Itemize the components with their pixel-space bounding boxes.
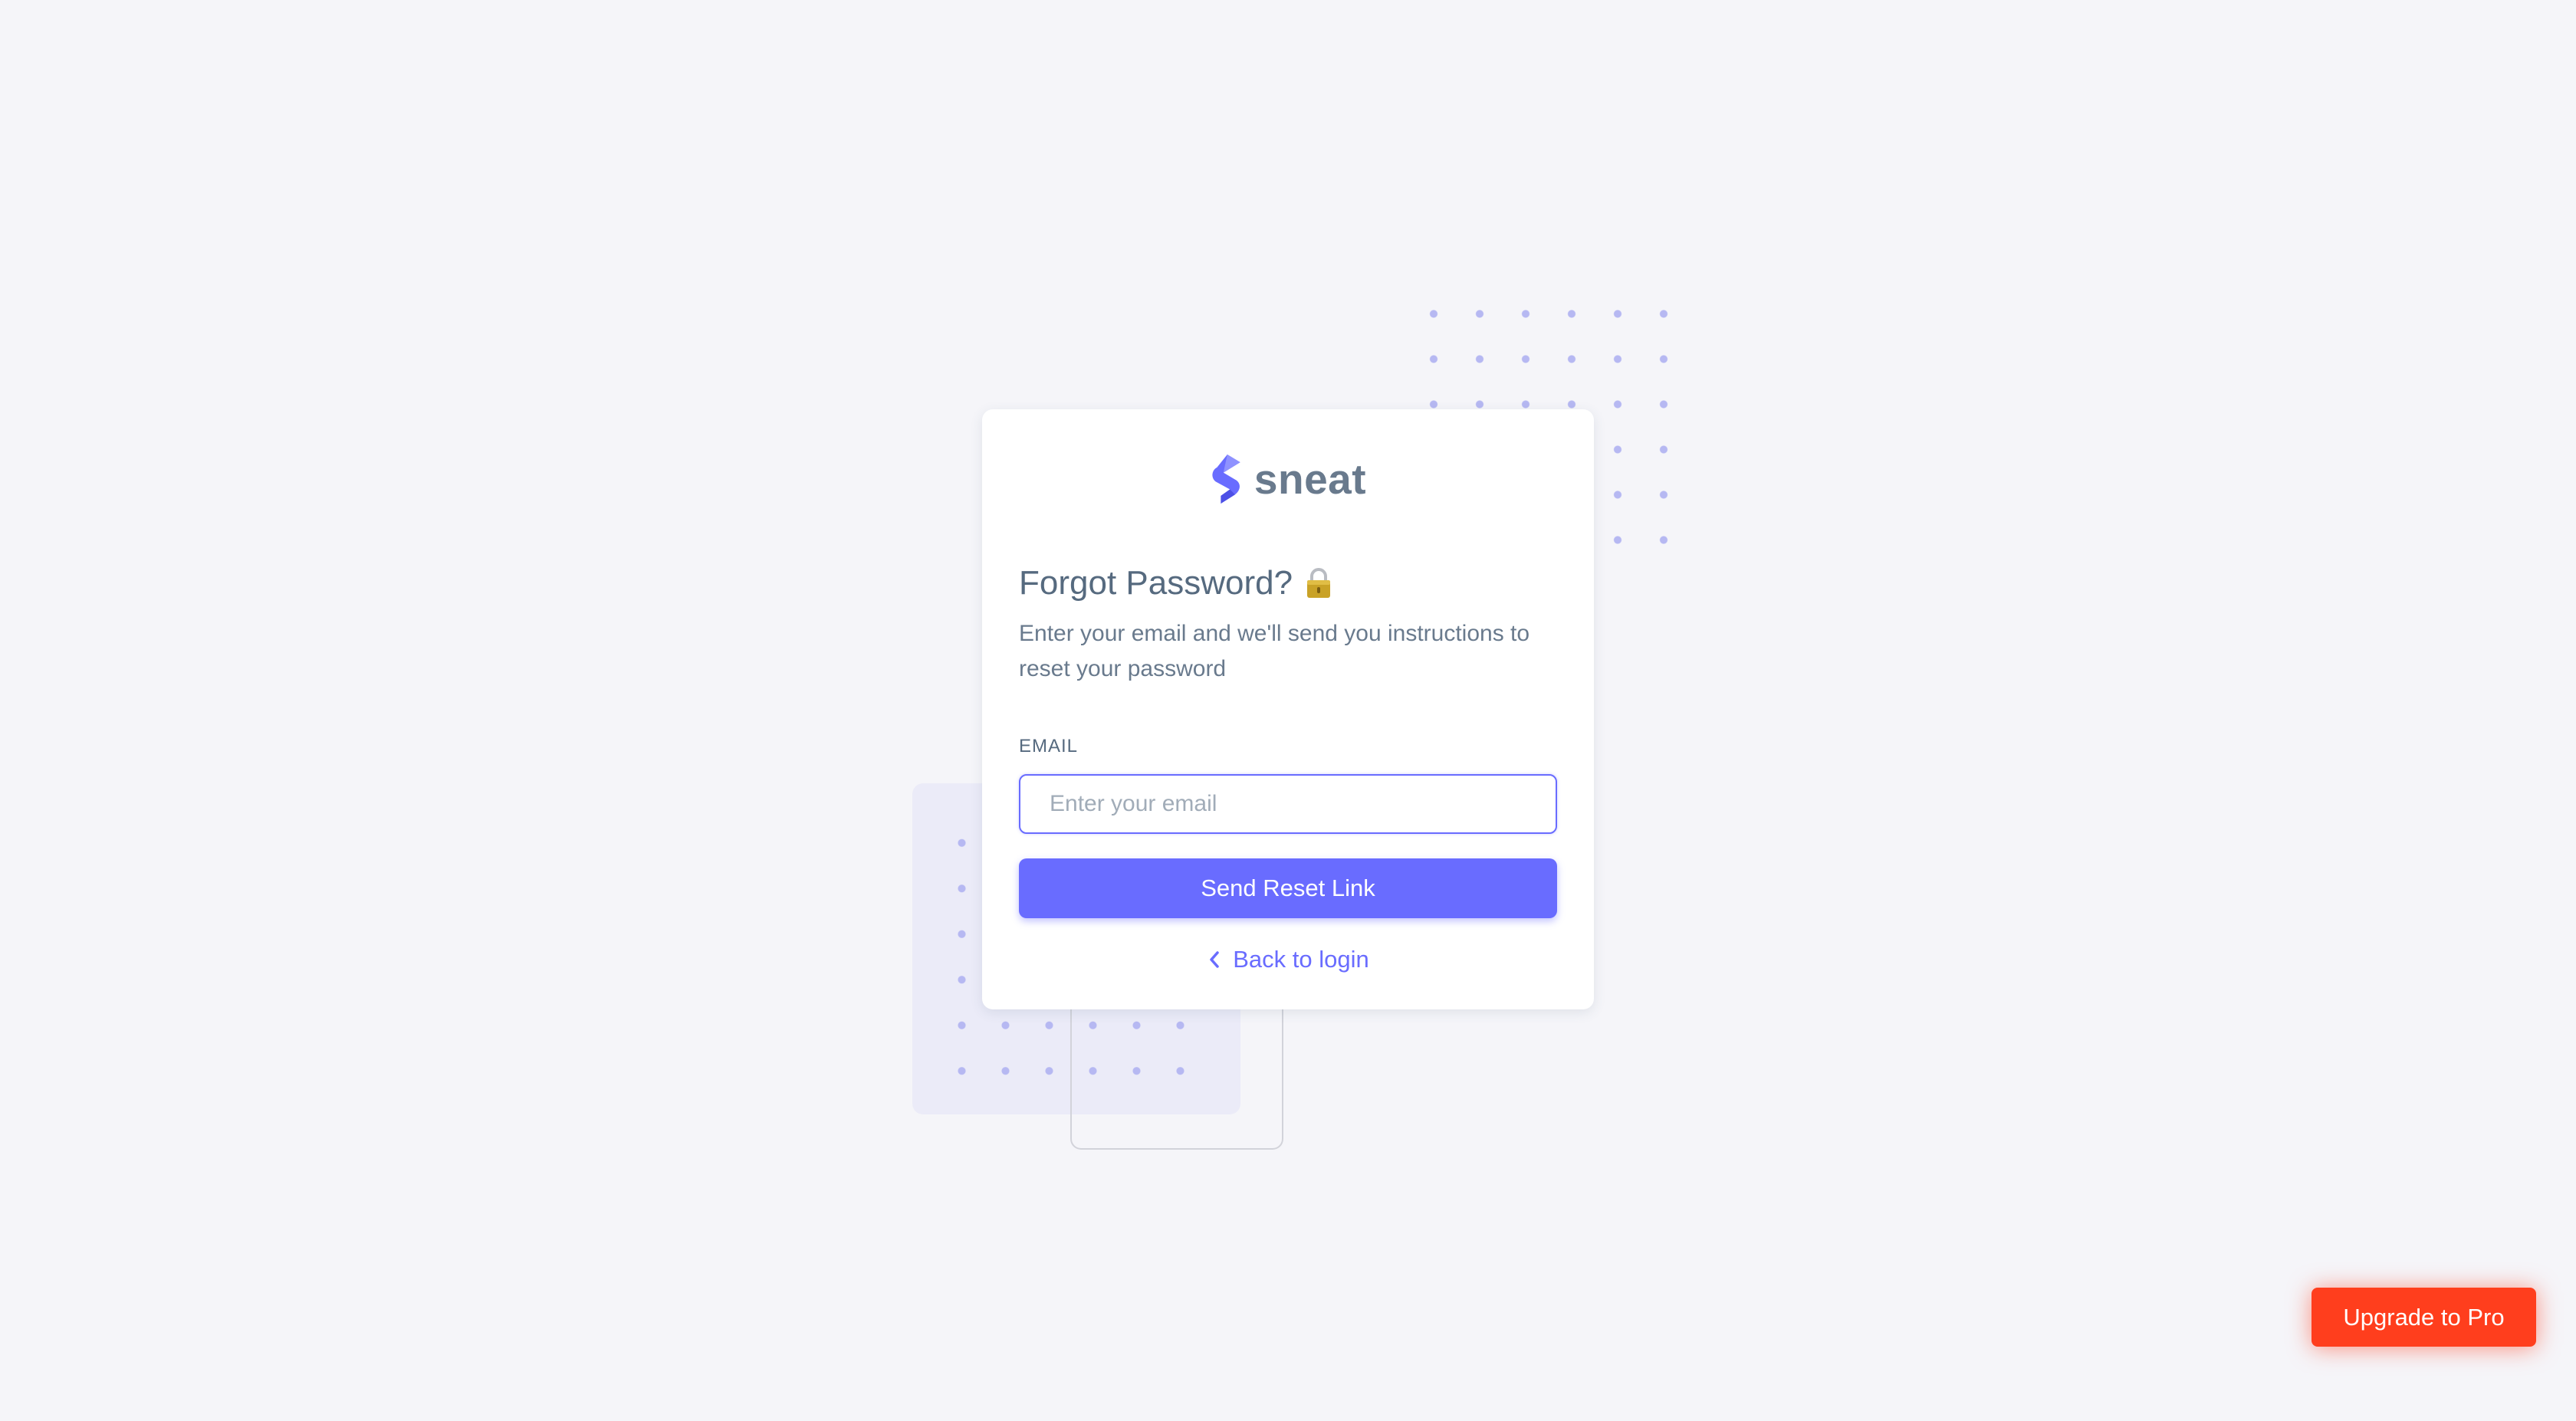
email-input[interactable] [1019,774,1557,834]
upgrade-to-pro-button[interactable]: Upgrade to Pro [2312,1288,2536,1347]
sneat-logo-icon [1212,455,1240,504]
page-title: Forgot Password? [1019,564,1557,602]
page-title-text: Forgot Password? [1019,564,1293,602]
back-to-login-link[interactable]: Back to login [1019,946,1557,973]
chevron-left-icon [1210,951,1219,968]
lock-icon [1307,568,1331,598]
brand[interactable]: sneat [1019,452,1557,506]
forgot-password-card: sneat Forgot Password? Enter your email … [982,409,1594,1009]
auth-page: sneat Forgot Password? Enter your email … [0,0,2576,1421]
email-label: EMAIL [1019,736,1079,756]
back-to-login-label: Back to login [1233,946,1369,973]
brand-name: sneat [1254,455,1367,503]
page-subtitle: Enter your email and we'll send you inst… [1019,621,1530,681]
send-reset-link-button[interactable]: Send Reset Link [1019,858,1557,918]
